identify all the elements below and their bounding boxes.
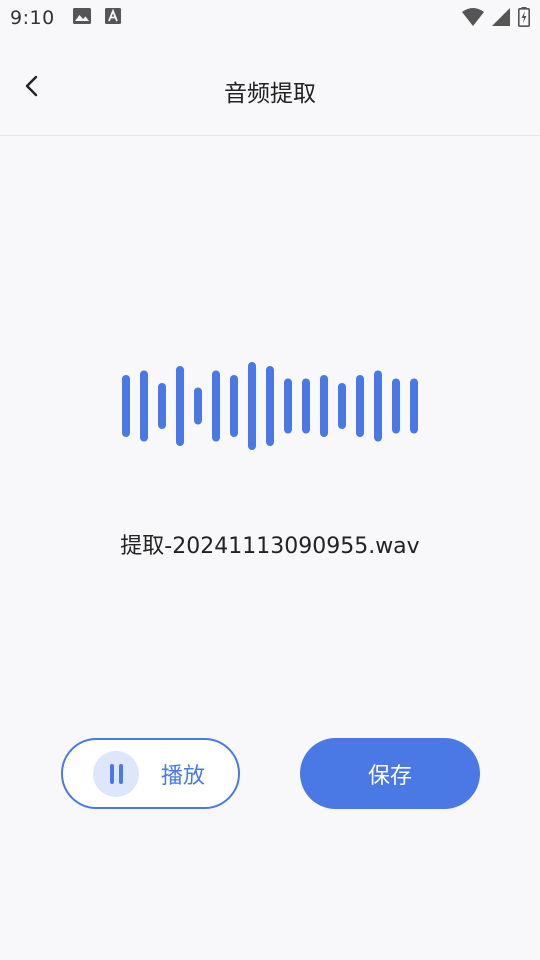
audio-file-name: 提取-20241113090955.wav — [120, 534, 420, 559]
waveform-bar — [266, 366, 274, 446]
status-time: 9:10 — [10, 7, 55, 29]
waveform-bar — [140, 370, 148, 442]
wifi-icon — [462, 8, 484, 30]
audio-waveform — [122, 362, 418, 450]
waveform-bar — [230, 375, 238, 437]
save-button[interactable]: 保存 — [300, 738, 480, 809]
play-button-label: 播放 — [161, 763, 206, 789]
waveform-bar — [194, 387, 202, 425]
battery-charging-icon — [518, 7, 530, 31]
status-icons-right — [462, 7, 530, 31]
play-button[interactable]: 播放 — [61, 738, 240, 809]
waveform-bar — [302, 378, 310, 434]
image-icon — [72, 8, 91, 28]
page-title: 音频提取 — [224, 81, 316, 107]
text-a-icon — [104, 8, 121, 28]
status-icons-left — [72, 8, 121, 28]
waveform-bar — [410, 378, 418, 434]
waveform-bar — [374, 370, 382, 442]
waveform-bar — [212, 370, 220, 442]
waveform-bar — [320, 375, 328, 437]
waveform-bar — [284, 378, 292, 434]
waveform-bar — [158, 383, 166, 429]
waveform-bar — [176, 366, 184, 446]
waveform-bar — [248, 362, 256, 450]
signal-icon — [492, 8, 510, 30]
pause-icon — [93, 750, 139, 797]
waveform-bar — [338, 383, 346, 429]
waveform-bar — [392, 378, 400, 434]
app-header: 音频提取 — [0, 44, 540, 136]
waveform-bar — [356, 375, 364, 437]
waveform-bar — [122, 375, 130, 437]
status-bar: 9:10 — [0, 0, 540, 36]
